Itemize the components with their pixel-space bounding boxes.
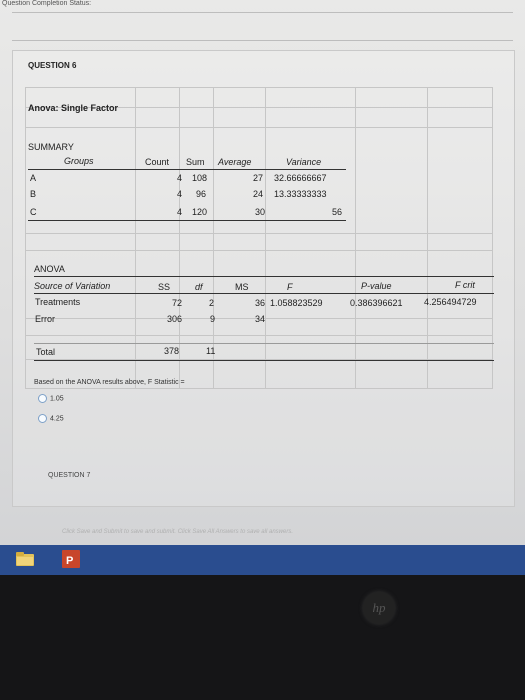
anova-title: Anova: Single Factor bbox=[28, 103, 119, 113]
summary-row-average: 27 bbox=[252, 173, 263, 183]
answer-option-label: 1.05 bbox=[50, 395, 64, 403]
question-6-label: QUESTION 6 bbox=[28, 61, 77, 70]
anova-error-ss: 306 bbox=[166, 314, 182, 324]
anova-section-title: ANOVA bbox=[34, 264, 65, 274]
summary-row-group: A bbox=[30, 173, 37, 183]
anova-header-f: F bbox=[287, 282, 293, 292]
anova-treatments-f: 1.058823529 bbox=[270, 298, 323, 308]
svg-text:P: P bbox=[66, 555, 73, 567]
summary-row-variance: 13.33333333 bbox=[274, 189, 327, 199]
anova-treatments-label: Treatments bbox=[35, 297, 81, 307]
anova-treatments-pvalue: 0.386396621 bbox=[350, 298, 403, 308]
laptop-bezel bbox=[0, 575, 525, 700]
summary-row-average: 30 bbox=[254, 207, 265, 217]
summary-row-sum: 96 bbox=[196, 189, 207, 199]
summary-row-sum: 120 bbox=[192, 207, 208, 217]
anova-total-rule bbox=[34, 343, 494, 344]
anova-treatments-df: 2 bbox=[209, 298, 215, 308]
browser-screen: Question Completion Status: QUESTION 6 A… bbox=[0, 0, 525, 545]
anova-top-rule bbox=[34, 276, 494, 277]
question-7-label: QUESTION 7 bbox=[48, 472, 91, 479]
summary-title: SUMMARY bbox=[28, 142, 74, 152]
anova-treatments-ss: 72 bbox=[171, 298, 182, 308]
summary-header-rule bbox=[28, 169, 346, 170]
summary-row-group: C bbox=[30, 207, 37, 217]
anova-header-pvalue: P-value bbox=[361, 281, 392, 291]
submit-instructions: Click Save and Submit to save and submit… bbox=[62, 529, 293, 535]
summary-row-count: 4 bbox=[176, 207, 182, 217]
summary-row-variance: 32.66666667 bbox=[274, 173, 327, 183]
hp-logo-icon: hp bbox=[363, 592, 395, 624]
summary-header-groups: Groups bbox=[64, 156, 94, 166]
anova-header-fcrit: F crit bbox=[455, 280, 475, 290]
powerpoint-icon[interactable]: P bbox=[60, 548, 82, 570]
summary-row-group: B bbox=[30, 189, 37, 199]
summary-row-sum: 108 bbox=[192, 173, 208, 183]
answer-option-label: 4.25 bbox=[50, 415, 64, 423]
summary-header-count: Count bbox=[145, 157, 170, 167]
summary-row-average: 24 bbox=[252, 189, 263, 199]
anova-header-ms: MS bbox=[235, 282, 249, 292]
answer-option-1[interactable]: 1.05 bbox=[38, 394, 64, 403]
anova-treatments-fcrit: 4.256494729 bbox=[424, 297, 477, 307]
summary-row-variance: 56 bbox=[331, 207, 342, 217]
radio-button[interactable] bbox=[38, 394, 47, 403]
anova-total-df: 11 bbox=[206, 346, 216, 356]
anova-header-df: df bbox=[195, 282, 203, 292]
summary-row-count: 4 bbox=[176, 173, 182, 183]
anova-error-df: 9 bbox=[210, 314, 216, 324]
summary-header-sum: Sum bbox=[186, 157, 205, 167]
anova-total-label: Total bbox=[36, 347, 56, 357]
anova-total-ss: 378 bbox=[164, 346, 180, 356]
summary-bottom-rule bbox=[28, 220, 346, 221]
summary-row-count: 4 bbox=[176, 189, 182, 199]
answer-option-2[interactable]: 4.25 bbox=[38, 414, 64, 423]
divider bbox=[12, 40, 513, 41]
folder-icon[interactable] bbox=[14, 548, 36, 570]
anova-error-label: Error bbox=[35, 314, 55, 324]
summary-header-variance: Variance bbox=[286, 157, 322, 167]
summary-header-average: Average bbox=[218, 157, 252, 167]
anova-error-ms: 34 bbox=[255, 314, 266, 324]
divider bbox=[12, 12, 513, 13]
anova-treatments-ms: 36 bbox=[255, 298, 266, 308]
radio-button[interactable] bbox=[38, 414, 47, 423]
anova-header-source: Source of Variation bbox=[34, 281, 111, 291]
question-prompt: Based on the ANOVA results above, F Stat… bbox=[34, 379, 185, 386]
completion-status-label: Question Completion Status: bbox=[2, 0, 92, 7]
anova-bottom-rule bbox=[34, 360, 494, 361]
anova-header-rule bbox=[34, 293, 494, 294]
windows-taskbar: P bbox=[0, 545, 525, 575]
anova-header-ss: SS bbox=[158, 282, 171, 292]
